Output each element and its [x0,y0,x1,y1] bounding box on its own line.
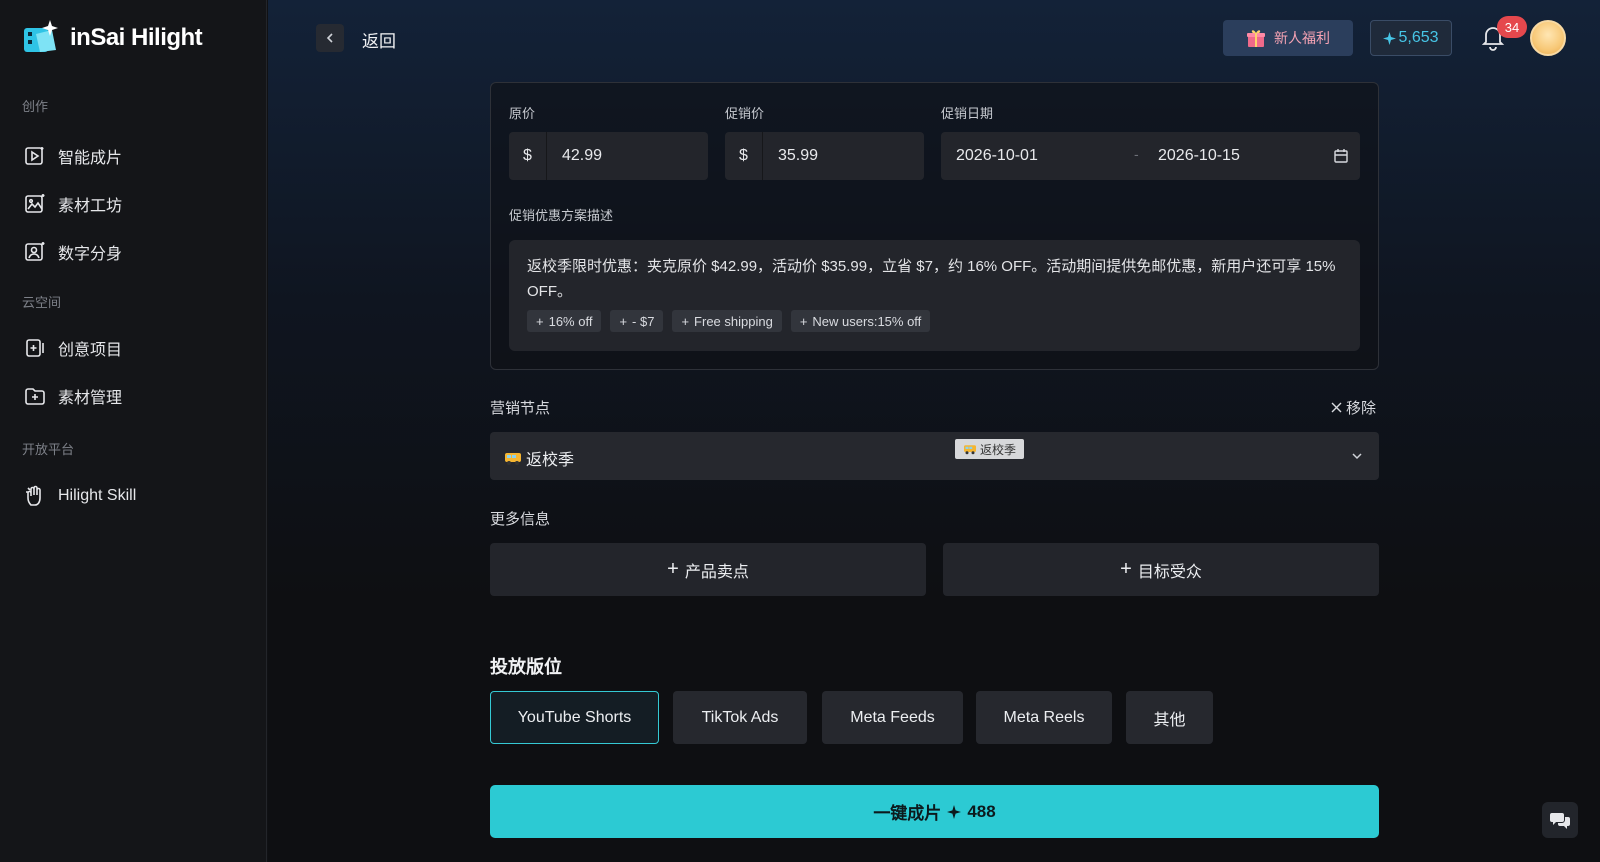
placement-option-meta-reels[interactable]: Meta Reels [976,691,1112,744]
promo-description-textarea[interactable]: 返校季限时优惠：夹克原价 $42.99，活动价 $35.99，立省 $7，约 1… [509,240,1360,351]
chip-label: 16% off [548,313,593,329]
chip-label: - $7 [632,313,655,329]
chat-icon [1550,813,1570,829]
logo-text: inSai Hilight [70,24,203,51]
sidebar-item-label: 创意项目 [58,342,123,359]
chevron-down-icon [1352,453,1362,460]
remove-label: 移除 [1346,400,1377,417]
placement-option-youtube-shorts[interactable]: YouTube Shorts [490,691,659,744]
nav-section-create: 创作 [22,99,49,114]
sidebar-item-asset-management[interactable]: 素材管理 [24,382,122,410]
sparkle-icon [947,804,962,819]
marketing-node-select[interactable]: 返校季 返校季 [490,432,1379,480]
sidebar-item-hilight-skill[interactable]: Hilight Skill [24,482,136,510]
image-sparkle-icon [25,194,45,213]
sidebar-item-creative-projects[interactable]: 创意项目 [24,334,122,362]
promo-date-label: 促销日期 [941,106,994,121]
placement-option-meta-feeds[interactable]: Meta Feeds [822,691,963,744]
sparkle-icon [1383,31,1397,45]
original-price-value: 42.99 [562,147,603,164]
placement-option-tiktok-ads[interactable]: TikTok Ads [673,691,807,744]
credits-value: 5,653 [1398,29,1439,46]
new-user-benefit-button[interactable]: 新人福利 [1223,20,1353,56]
selected-value: 返校季 [504,446,574,470]
selling-points-label: 产品卖点 [684,563,749,581]
sidebar-item-label: 素材工坊 [58,198,123,215]
sidebar: inSai Hilight 创作 智能成片 素材工坊 数字分身 云空间 创意项目 [0,0,267,862]
nav-section-cloud: 云空间 [22,295,62,310]
sidebar-item-label: 素材管理 [58,390,123,407]
date-separator: - [1134,146,1139,162]
placement-title: 投放版位 [490,657,562,677]
logo-icon [24,20,58,52]
tooltip-label: 返校季 [980,442,1017,457]
sidebar-item-asset-workshop[interactable]: 素材工坊 [24,190,122,218]
promo-date-range-picker[interactable]: 2026-10-01 - 2026-10-15 [941,132,1360,180]
avatar-sparkle-icon [25,242,45,261]
back-button[interactable] [316,24,344,52]
suggestion-chips: +16% off + - $7 + Free shipping + New users… [527,310,931,332]
gift-icon [1247,30,1265,47]
marketing-node-label: 营销节点 [490,400,551,417]
suggestion-chip[interactable]: +16% off [527,310,602,332]
add-target-audience-button[interactable]: + 目标受众 [943,543,1379,596]
close-icon [1331,402,1342,413]
promo-description-label: 促销优惠方案描述 [509,208,614,223]
suggestion-chip[interactable]: + New users:15% off [790,310,931,332]
cta-label: 一键成片 [873,804,942,823]
sidebar-item-digital-avatar[interactable]: 数字分身 [24,238,122,266]
remove-button[interactable]: 移除 [1331,397,1376,418]
selected-label: 返校季 [526,452,575,469]
date-end[interactable]: 2026-10-15 [1158,147,1240,165]
sidebar-item-label: 数字分身 [58,246,123,263]
sidebar-item-label: Hilight Skill [58,487,137,504]
folder-plus-icon [25,388,45,405]
school-bus-icon [505,453,521,465]
promo-description-text: 返校季限时优惠：夹克原价 $42.99，活动价 $35.99，立省 $7，约 1… [527,258,1336,300]
sidebar-item-label: 智能成片 [58,150,123,167]
plus-icon: + [681,313,690,329]
calendar-icon[interactable] [1333,148,1349,164]
promo-price-label: 促销价 [725,106,765,121]
suggestion-chip[interactable]: + Free shipping [672,310,782,332]
date-start[interactable]: 2026-10-01 [956,147,1038,165]
placement-option-other[interactable]: 其他 [1126,691,1213,744]
plus-icon: + [799,313,808,329]
promo-price-value: 35.99 [778,147,819,164]
target-audience-label: 目标受众 [1137,563,1202,581]
chip-label: New users:15% off [812,313,922,329]
skill-hand-icon [26,485,41,506]
chevron-left-icon [326,33,333,43]
gift-label: 新人福利 [1274,30,1330,46]
generate-video-button[interactable]: 一键成片 488 [490,785,1379,838]
school-bus-icon [964,445,976,455]
project-plus-icon [26,339,44,357]
currency-symbol: $ [725,132,763,180]
plus-icon: + [619,313,628,329]
suggestion-chip[interactable]: + - $7 [610,310,664,332]
user-avatar[interactable] [1530,20,1566,56]
sidebar-item-smart-video[interactable]: 智能成片 [24,142,122,170]
plus-icon: + [1120,558,1132,580]
selection-tooltip: 返校季 [955,439,1025,459]
video-play-icon [25,147,44,165]
original-price-label: 原价 [509,106,536,121]
add-selling-points-button[interactable]: + 产品卖点 [490,543,926,596]
plus-icon: + [536,313,544,329]
nav-section-open-platform: 开放平台 [22,442,75,457]
chip-label: Free shipping [694,313,773,329]
plus-icon: + [667,558,679,580]
back-label[interactable]: 返回 [362,27,396,52]
app-logo[interactable]: inSai Hilight [22,20,203,56]
notification-badge: 34 [1497,16,1527,38]
chat-support-button[interactable] [1542,802,1578,838]
more-info-label: 更多信息 [490,511,551,528]
promo-price-input[interactable]: $ 35.99 [725,132,924,180]
original-price-input[interactable]: $ 42.99 [509,132,708,180]
currency-symbol: $ [509,132,547,180]
cta-cost: 488 [967,801,996,821]
pricing-card: 原价 $ 42.99 促销价 $ 35.99 促销日期 2026-10-01 -… [490,82,1379,370]
credits-button[interactable]: 5,653 [1370,20,1452,56]
